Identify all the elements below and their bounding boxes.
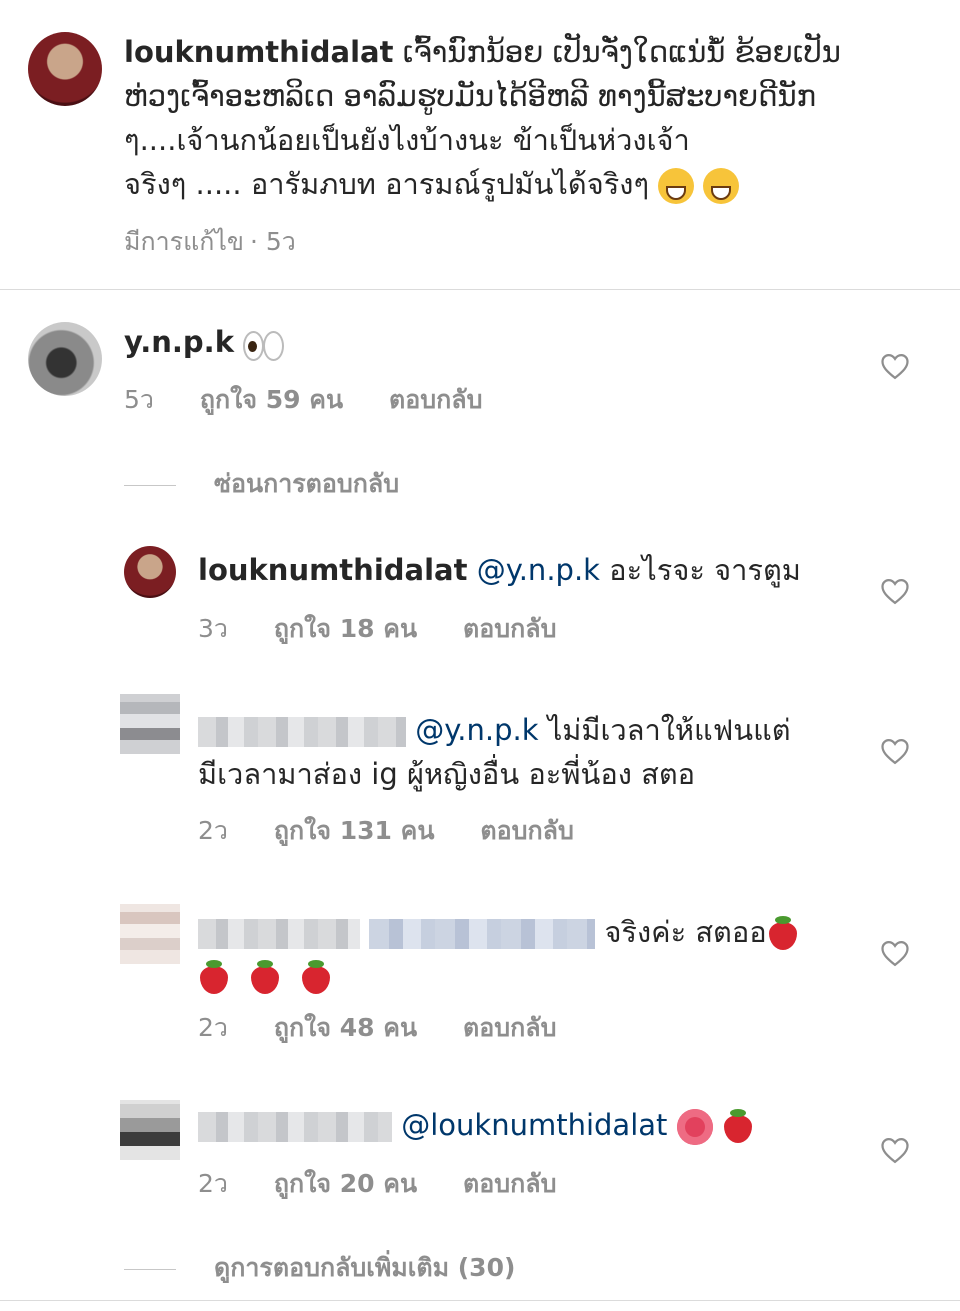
reply-username[interactable]: louknumthidalat <box>198 553 467 587</box>
hide-replies-button[interactable]: ซ่อนการตอบกลับ <box>124 464 437 504</box>
blurred-username <box>198 717 406 747</box>
reply-likes[interactable]: ถูกใจ 48 คน <box>274 1013 417 1042</box>
view-more-replies-button[interactable]: ดูการตอบกลับเพิ่มเติม (30) <box>124 1248 553 1288</box>
caption-line: จริงๆ ..... อารัมภบท อารมณ์รูปมันได้จริง… <box>124 167 650 201</box>
comment-body: y.n.p.k <box>124 320 285 364</box>
hide-replies-label[interactable]: ซ่อนการตอบกลับ <box>214 469 399 498</box>
caption-line: ເຈົ້ານົກນ້ອຍ ເປັນຈັ່ງໃດແນ່ນໍ້ ຂ້ອຍເປັນ <box>402 35 841 69</box>
caption-divider <box>0 289 960 290</box>
reply-body: louknumthidalat @y.n.p.k อะไรจะ จารตูม <box>198 548 801 592</box>
heart-icon[interactable] <box>880 1136 910 1164</box>
reply-meta: 2ว ถูกใจ 131 คน ตอบกลับ <box>198 811 612 851</box>
strawberry-emoji <box>249 960 281 996</box>
divider-line <box>124 484 176 486</box>
reply-button[interactable]: ตอบกลับ <box>463 1169 556 1198</box>
reply-likes[interactable]: ถูกใจ 18 คน <box>274 614 417 643</box>
commenter-avatar[interactable] <box>28 322 102 396</box>
reply-meta: 2ว ถูกใจ 20 คน ตอบกลับ <box>198 1164 594 1204</box>
commenter-username[interactable]: y.n.p.k <box>124 325 234 359</box>
post-caption: louknumthidalat ເຈົ້ານົກນ້ອຍ ເປັນຈັ່ງໃດແ… <box>124 30 844 206</box>
reply-button[interactable]: ตอบกลับ <box>463 1013 556 1042</box>
heart-icon[interactable] <box>880 737 910 765</box>
strawberry-emoji <box>722 1109 754 1145</box>
reply-time: 3ว <box>198 614 228 643</box>
blurred-username <box>198 919 360 949</box>
view-more-label[interactable]: ดูการตอบกลับเพิ่มเติม (30) <box>214 1253 515 1282</box>
comment-meta: 5ว ถูกใจ 59 คน ตอบกลับ <box>124 380 520 420</box>
reply-body: @louknumthidalat <box>198 1103 858 1147</box>
blurred-username <box>198 1112 392 1142</box>
mention-link[interactable]: @y.n.p.k <box>477 553 600 587</box>
divider-line <box>124 1268 176 1270</box>
heart-icon[interactable] <box>880 352 910 380</box>
reply-avatar-blurred[interactable] <box>120 694 180 754</box>
reply-likes[interactable]: ถูกใจ 131 คน <box>274 816 435 845</box>
reply-text: มีเวลามาส่อง ig ผู้หญิงอื่น อะพี่น้อง สต… <box>198 757 696 791</box>
heart-icon[interactable] <box>880 577 910 605</box>
caption-line: ๆ....เจ้านกน้อยเป็นยังไงบ้างนะ ข้าเป็นห่… <box>124 123 690 157</box>
reply-time: 2ว <box>198 1169 228 1198</box>
mention-link[interactable]: @louknumthidalat <box>401 1108 667 1142</box>
grinning-emoji <box>658 168 695 204</box>
comment-time: 5ว <box>124 385 154 414</box>
reply-time: 2ว <box>198 1013 228 1042</box>
reply-text: จริงค่ะ สตออ <box>604 915 767 949</box>
post-author-avatar[interactable] <box>28 32 102 106</box>
edited-label: มีการแก้ไข <box>124 227 244 256</box>
post-time: 5ว <box>265 227 296 256</box>
strawberry-emoji <box>767 916 799 952</box>
strawberry-emoji <box>198 960 230 996</box>
heart-icon[interactable] <box>880 939 910 967</box>
eyes-emoji <box>243 329 285 361</box>
reply-time: 2ว <box>198 816 228 845</box>
reply-avatar-blurred[interactable] <box>120 1100 180 1160</box>
reply-meta: 2ว ถูกใจ 48 คน ตอบกลับ <box>198 1008 594 1048</box>
reply-body: จริงค่ะ สตออ <box>198 910 858 998</box>
reply-avatar-blurred[interactable] <box>120 904 180 964</box>
mention-link[interactable]: @y.n.p.k <box>415 713 538 747</box>
reply-likes[interactable]: ถูกใจ 20 คน <box>274 1169 417 1198</box>
hibiscus-emoji <box>676 1109 713 1145</box>
grinning-emoji <box>703 168 740 204</box>
strawberry-emoji <box>300 960 332 996</box>
reply-body: @y.n.p.k ไม่มีเวลาให้แฟนแต่ มีเวลามาส่อง… <box>198 708 858 796</box>
reply-meta: 3ว ถูกใจ 18 คน ตอบกลับ <box>198 609 594 649</box>
bottom-divider <box>0 1300 960 1301</box>
comment-likes[interactable]: ถูกใจ 59 คน <box>200 385 343 414</box>
post-meta: มีการแก้ไข · 5ว <box>124 227 296 256</box>
blurred-mention <box>369 919 596 949</box>
post-author-username[interactable]: louknumthidalat <box>124 35 393 69</box>
reply-button[interactable]: ตอบกลับ <box>480 816 573 845</box>
reply-text: ไม่มีเวลาให้แฟนแต่ <box>547 713 791 747</box>
reply-button[interactable]: ตอบกลับ <box>463 614 556 643</box>
reply-text: อะไรจะ จารตูม <box>609 553 801 587</box>
reply-button[interactable]: ตอบกลับ <box>389 385 482 414</box>
reply-avatar[interactable] <box>124 546 176 598</box>
caption-line: ຫ່ວງເຈົ້າອະຫລິເດ ອາລົມຮູບມັນໄດ້ອີຫລີ ທາງ… <box>124 79 817 113</box>
